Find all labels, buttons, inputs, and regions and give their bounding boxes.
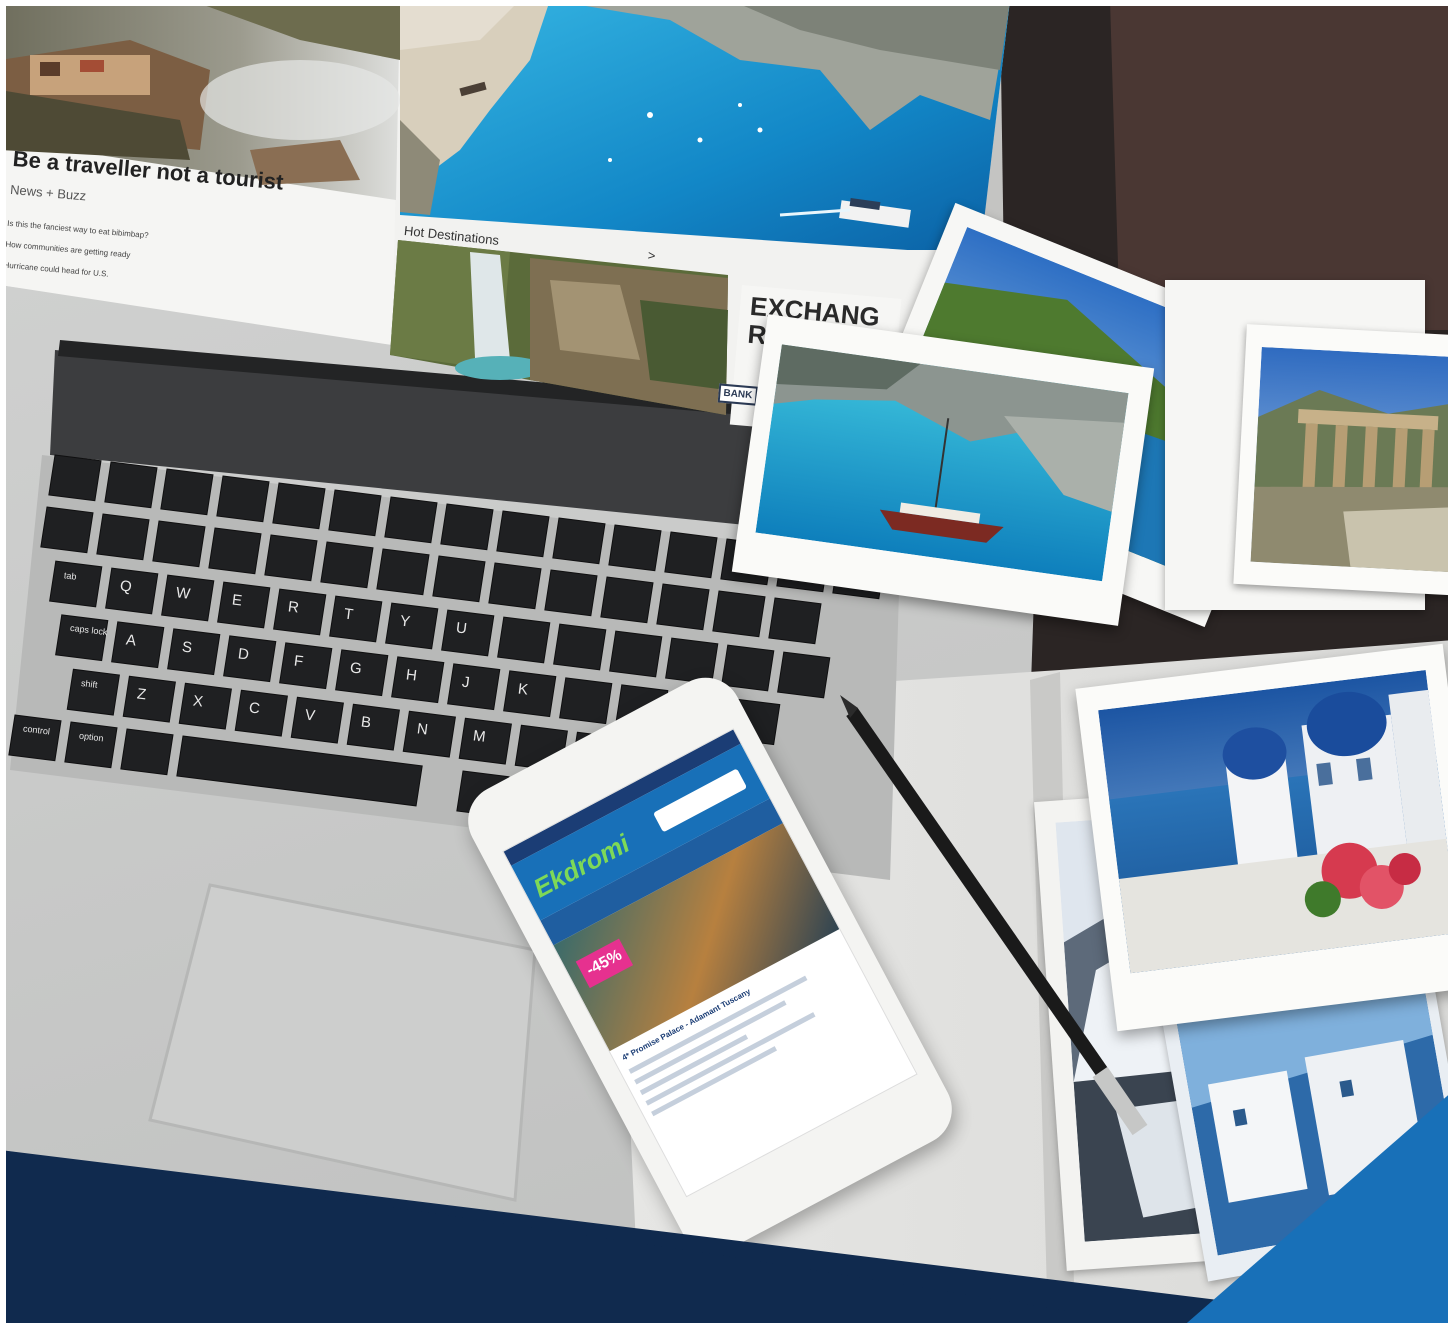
footer-banner [0, 1090, 1454, 1329]
photo-scene: Be a traveller not a tourist News + Buzz… [0, 0, 1454, 1329]
